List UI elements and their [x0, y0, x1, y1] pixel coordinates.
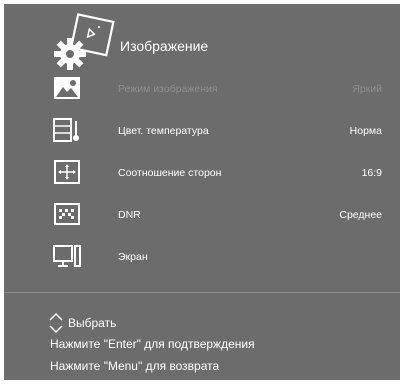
menu-item-label: Экран	[118, 251, 148, 263]
osd-menu-panel: Изображение Режим изображения Яркий Цвет…	[4, 4, 400, 380]
footer-divider	[4, 292, 400, 293]
menu-item-label: Режим изображения	[118, 83, 218, 95]
menu-item-value: 16:9	[361, 167, 382, 179]
picture-settings-icon	[48, 12, 118, 74]
menu-header: Изображение	[4, 4, 400, 76]
color-temperature-icon	[52, 117, 82, 143]
menu-item-dnr[interactable]: DNR Среднее	[4, 196, 400, 236]
menu-item-screen[interactable]: Экран	[4, 238, 400, 278]
menu-item-label: Соотношение сторон	[118, 167, 222, 179]
menu-item-value: Яркий	[352, 83, 382, 95]
menu-item-value: Среднее	[339, 209, 382, 221]
screen-icon	[52, 243, 82, 269]
menu-item-color-temperature[interactable]: Цвет. температура Норма	[4, 112, 400, 152]
menu-item-picture-mode[interactable]: Режим изображения Яркий	[4, 70, 400, 110]
enter-hint: Нажмите "Enter" для подтверждения	[50, 337, 255, 351]
menu-item-aspect-ratio[interactable]: Соотношение сторон 16:9	[4, 154, 400, 194]
menu-title: Изображение	[120, 38, 209, 54]
up-down-arrows-icon	[48, 312, 64, 334]
select-hint: Выбрать	[68, 316, 117, 330]
menu-item-label: DNR	[118, 209, 141, 221]
menu-item-value: Норма	[349, 125, 382, 137]
noise-reduction-icon	[52, 201, 82, 227]
menu-hint: Нажмите "Menu" для возврата	[50, 359, 220, 373]
picture-mode-icon	[52, 75, 82, 101]
aspect-ratio-icon	[52, 159, 82, 185]
menu-item-label: Цвет. температура	[118, 125, 209, 137]
